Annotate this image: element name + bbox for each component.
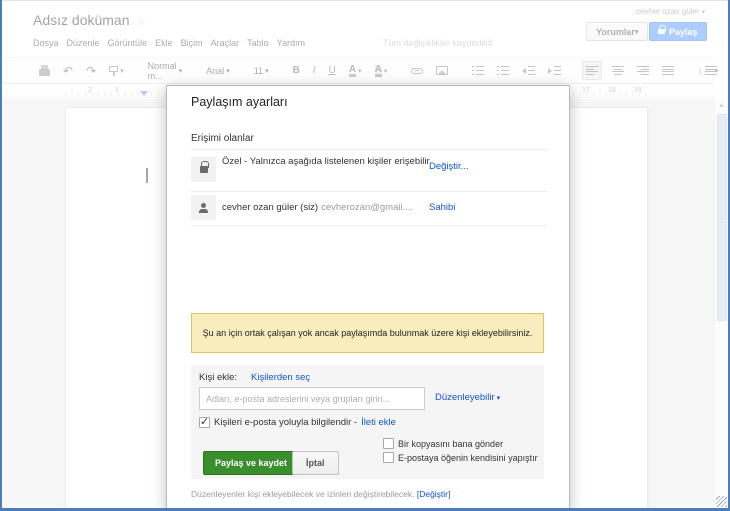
people-input[interactable]	[199, 387, 425, 410]
add-people-label: Kişi ekle:	[199, 372, 238, 383]
choose-from-contacts-link[interactable]: Kişilerden seç	[251, 372, 310, 383]
resize-grip-icon[interactable]	[716, 496, 727, 507]
owner-name: cevher ozan güler (siz)	[222, 202, 319, 213]
add-message-link[interactable]: İleti ekle	[361, 417, 396, 428]
permission-dropdown[interactable]: Düzenleyebilir	[435, 392, 500, 403]
sharing-dialog: Paylaşım ayarları Erişimi olanlar Özel -…	[166, 85, 570, 509]
add-people-panel: Kişi ekle: Kişilerden seç Düzenleyebilir…	[191, 365, 544, 479]
owner-icon-box	[191, 195, 216, 220]
send-copy-label: Bir kopyasını bana gönder	[398, 439, 504, 449]
notify-label: Kişileri e-posta yoluyla bilgilendir -	[214, 417, 358, 428]
visibility-text: Özel - Yalnızca aşağıda listelenen kişil…	[222, 156, 430, 167]
owner-role-link[interactable]: Sahibi	[429, 202, 455, 213]
visibility-icon-box	[191, 157, 216, 182]
dialog-footer: Düzenleyenler kişi ekleyebilecek ve izin…	[191, 489, 450, 499]
owner-row: cevher ozan güler (siz) cevherozan@gmail.…	[222, 202, 432, 213]
paste-item-label: E-postaya öğenin kendisini yapıştır	[398, 453, 538, 463]
lock-icon	[199, 161, 209, 173]
divider	[191, 225, 547, 226]
divider	[191, 191, 547, 192]
person-icon	[199, 202, 208, 213]
owner-email: cevherozan@gmail....	[321, 202, 414, 213]
browser-window: Adsız doküman ☆ cevher ozan güler Yoruml…	[0, 0, 730, 511]
editors-permission-text: Düzenleyenler kişi ekleyebilecek ve izin…	[191, 489, 415, 499]
notify-checkbox[interactable]	[199, 415, 210, 428]
change-editors-permission-link[interactable]: [Değiştir]	[417, 489, 451, 499]
paste-item-option: E-postaya öğenin kendisini yapıştır	[363, 451, 541, 465]
no-collaborators-notice: Şu an için ortak çalışan yok ancak payla…	[191, 313, 544, 353]
email-options: Bir kopyasını bana gönder E-postaya öğen…	[363, 437, 541, 465]
change-visibility-link[interactable]: Değiştir...	[429, 161, 469, 172]
divider	[191, 149, 547, 150]
cancel-button[interactable]: İptal	[292, 451, 339, 475]
paste-item-checkbox[interactable]	[383, 452, 394, 463]
send-copy-option: Bir kopyasını bana gönder	[363, 437, 541, 451]
access-heading: Erişimi olanlar	[191, 133, 254, 144]
notify-row: Kişileri e-posta yoluyla bilgilendir - İ…	[199, 415, 396, 428]
share-save-button[interactable]: Paylaş ve kaydet	[203, 451, 300, 475]
window-border-left	[0, 0, 2, 511]
window-border-top	[0, 0, 730, 1]
send-copy-checkbox[interactable]	[383, 438, 394, 449]
dialog-title: Paylaşım ayarları	[191, 95, 288, 109]
